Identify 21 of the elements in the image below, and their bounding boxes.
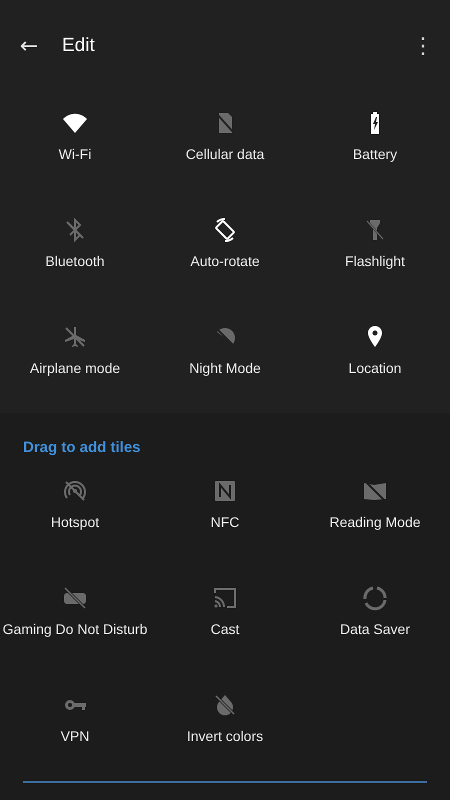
tile-label[interactable]: Reading Mode [329,514,421,530]
tile-label[interactable]: VPN [60,728,90,744]
tile-label[interactable]: Wi-Fi [58,146,92,162]
tile-label[interactable]: Hotspot [50,514,100,530]
tile-label[interactable]: Cellular data [186,146,264,162]
tile-label[interactable]: Data Saver [340,621,410,637]
tile-label[interactable]: Auto-rotate [190,253,260,269]
tile-label[interactable]: Gaming Do Not Disturb [2,621,148,637]
tile-label[interactable]: Invert colors [186,728,264,744]
tile-label[interactable]: Cast [210,621,240,637]
tile-label[interactable]: Battery [352,146,398,162]
tile-label[interactable]: Bluetooth [45,253,105,269]
section-title: Drag to add tiles [22,438,142,458]
menu-button[interactable]: ⋮ [412,34,434,58]
tile-label[interactable]: Location [348,360,402,376]
tile-label[interactable]: Airplane mode [30,360,120,376]
page-title: Edit [62,35,96,57]
tile-label[interactable]: Night Mode [189,360,261,376]
tile-label[interactable]: NFC [210,514,240,530]
back-button[interactable]: ← [18,34,40,58]
tile-label[interactable]: Flashlight [345,253,405,269]
